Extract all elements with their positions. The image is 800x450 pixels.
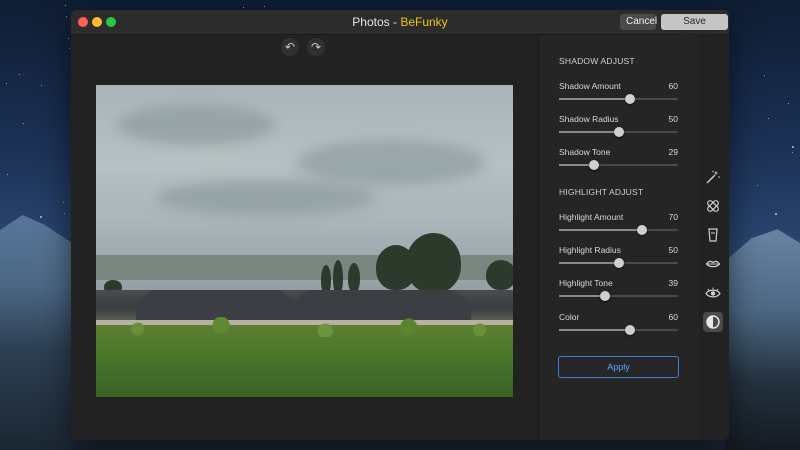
- star: [6, 173, 8, 175]
- star: [65, 4, 67, 6]
- lips-icon[interactable]: [703, 254, 723, 274]
- slider-thumb[interactable]: [637, 225, 648, 235]
- eye-icon[interactable]: [703, 283, 723, 303]
- title-app: Photos: [352, 15, 390, 29]
- slider-track[interactable]: [559, 160, 678, 170]
- undo-icon[interactable]: ↶: [281, 38, 299, 56]
- star: [68, 48, 70, 50]
- slider-thumb[interactable]: [625, 94, 636, 104]
- star: [62, 202, 64, 204]
- star: [23, 123, 25, 125]
- cancel-button[interactable]: Cancel: [620, 14, 657, 30]
- slider-label: Shadow Amount: [559, 81, 621, 91]
- apply-button[interactable]: Apply: [558, 356, 679, 378]
- slider-track[interactable]: [559, 291, 678, 301]
- slider-thumb[interactable]: [613, 258, 624, 268]
- slider-label: Color: [559, 312, 580, 322]
- shadow-tone-slider[interactable]: Shadow Tone 29: [559, 147, 678, 173]
- highlight-tone-slider[interactable]: Highlight Tone 39: [559, 278, 678, 304]
- highlight-amount-slider[interactable]: Highlight Amount 70: [559, 212, 678, 238]
- slider-label: Highlight Tone: [559, 278, 613, 288]
- slider-value: 60: [668, 81, 678, 91]
- slider-thumb[interactable]: [600, 291, 611, 301]
- slider-track[interactable]: [559, 258, 678, 268]
- slider-value: 60: [668, 312, 678, 322]
- star: [774, 213, 777, 216]
- star: [791, 146, 794, 149]
- star: [40, 215, 43, 218]
- slider-value: 50: [668, 245, 678, 255]
- slider-fill: [559, 229, 643, 231]
- slider-label: Shadow Radius: [559, 114, 619, 124]
- slider-track[interactable]: [559, 325, 678, 335]
- slider-track[interactable]: [559, 127, 678, 137]
- star: [243, 6, 245, 8]
- slider-fill: [559, 131, 619, 133]
- save-changes-button[interactable]: Save Changes: [661, 14, 728, 43]
- slider-label: Highlight Radius: [559, 245, 621, 255]
- slider-fill: [559, 295, 606, 297]
- mountain-right: [725, 229, 800, 450]
- foundation-icon[interactable]: [703, 225, 723, 245]
- contrast-icon[interactable]: [703, 312, 723, 332]
- tool-sidebar: [699, 35, 729, 440]
- highlight-adjust-heading: HIGHLIGHT ADJUST: [559, 187, 644, 197]
- star: [68, 37, 70, 39]
- title-brand: BeFunky: [400, 15, 448, 29]
- slider-thumb[interactable]: [613, 127, 624, 137]
- star: [767, 118, 769, 120]
- slider-fill: [559, 329, 631, 331]
- app-window: Photos - BeFunky Cancel Save Changes ↶ ↷: [71, 10, 729, 440]
- mountain-left: [0, 215, 75, 450]
- star: [792, 151, 794, 153]
- title-bar: Photos - BeFunky Cancel Save Changes: [71, 10, 729, 43]
- star: [264, 6, 266, 8]
- bandage-icon[interactable]: [703, 196, 723, 216]
- shadow-radius-slider[interactable]: Shadow Radius 50: [559, 114, 678, 140]
- slider-thumb[interactable]: [588, 160, 599, 170]
- color-slider[interactable]: Color 60: [559, 312, 678, 338]
- star: [63, 213, 65, 215]
- slider-thumb[interactable]: [625, 325, 636, 335]
- star: [764, 74, 766, 76]
- star: [66, 15, 68, 17]
- slider-fill: [559, 98, 631, 100]
- slider-value: 50: [668, 114, 678, 124]
- shadow-amount-slider[interactable]: Shadow Amount 60: [559, 81, 678, 107]
- redo-icon[interactable]: ↷: [307, 38, 325, 56]
- slider-track[interactable]: [559, 225, 678, 235]
- adjust-panel: SHADOW ADJUST Shadow Amount 60 Shadow Ra…: [538, 35, 699, 440]
- photo-canvas[interactable]: [96, 85, 513, 397]
- slider-track[interactable]: [559, 94, 678, 104]
- editor-workspace: ↶ ↷: [71, 35, 537, 440]
- magic-wand-icon[interactable]: [703, 167, 723, 187]
- slider-value: 29: [668, 147, 678, 157]
- star: [41, 84, 43, 86]
- slider-value: 70: [668, 212, 678, 222]
- star: [19, 74, 21, 76]
- slider-value: 39: [668, 278, 678, 288]
- star: [756, 184, 758, 186]
- slider-label: Shadow Tone: [559, 147, 611, 157]
- title-separator: -: [389, 15, 401, 29]
- shadow-adjust-heading: SHADOW ADJUST: [559, 56, 635, 66]
- slider-label: Highlight Amount: [559, 212, 624, 222]
- star: [788, 102, 790, 104]
- highlight-radius-slider[interactable]: Highlight Radius 50: [559, 245, 678, 271]
- slider-fill: [559, 262, 619, 264]
- star: [5, 82, 7, 84]
